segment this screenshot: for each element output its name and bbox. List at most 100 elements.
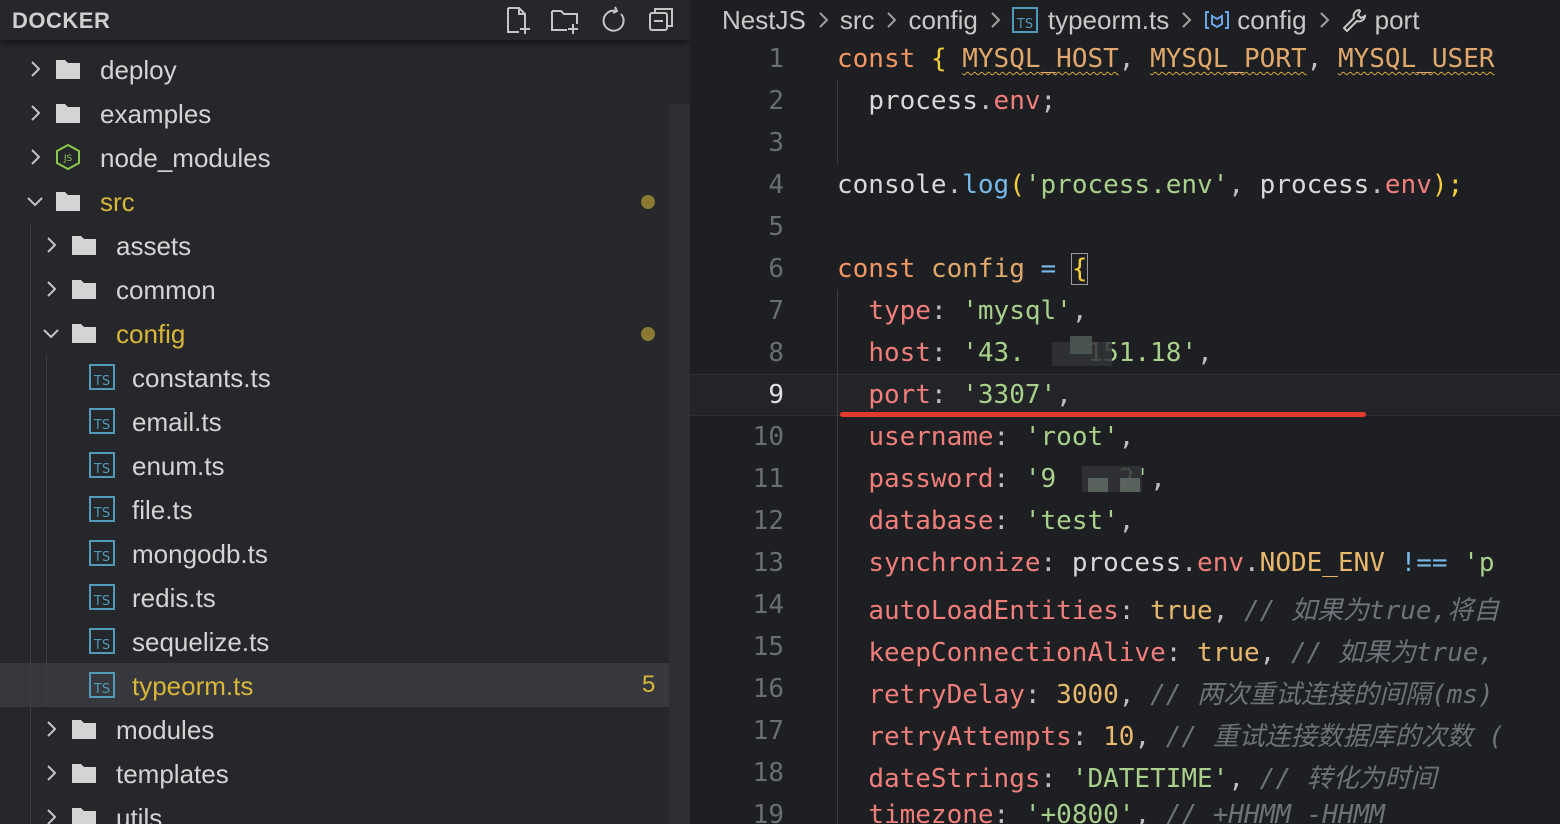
tree-item-config[interactable]: config [0,311,690,355]
collapse-all-icon[interactable] [646,5,676,35]
tree-item-utils[interactable]: utils [0,795,690,824]
code-text: dateStrings: 'DATETIME', // 转化为时间 [868,764,1437,794]
tree-item-label: enum.ts [132,451,225,481]
chevron-right-icon[interactable] [25,59,45,79]
tree-item-label: constants.ts [132,363,271,393]
svg-text:TS: TS [93,374,110,389]
code-line: 8 host: '43. 151.18', [690,332,1560,374]
folder-icon [55,56,81,82]
breadcrumb-config-folder[interactable]: config [908,5,977,36]
code-text: database: 'test', [868,506,1135,536]
typescript-file-icon: TS [89,628,115,654]
line-number: 8 [768,338,784,368]
line-number: 12 [752,506,784,536]
chevron-down-icon[interactable] [25,191,45,211]
breadcrumb-root[interactable]: NestJS [722,5,806,36]
code-lines[interactable]: 1 const { MYSQL_HOST, MYSQL_PORT, MYSQL_… [690,38,1560,824]
chevron-right-icon[interactable] [41,235,61,255]
line-number: 5 [768,212,784,242]
code-line: 10 username: 'root', [690,416,1560,458]
chevron-right-icon[interactable] [41,763,61,783]
modified-dot [641,195,655,209]
tree-item-assets[interactable]: assets [0,223,690,267]
code-line: 18 dateStrings: 'DATETIME', // 转化为时间 [690,752,1560,794]
refresh-icon[interactable] [598,5,628,35]
folder-icon [71,804,97,824]
tree-item-label: node_modules [100,143,271,173]
tree-item-label: file.ts [132,495,193,525]
line-number: 9 [768,380,784,410]
new-file-icon[interactable] [502,5,532,35]
chevron-right-icon [1313,9,1335,31]
tree-item-modules[interactable]: modules [0,707,690,751]
variable-symbol-icon [1203,7,1231,33]
tree-item-label: utils [116,803,163,824]
modified-dot [641,327,655,341]
tree-item-label: redis.ts [132,583,216,613]
tree-item-common[interactable]: common [0,267,690,311]
tree-item-examples[interactable]: examples [0,91,690,135]
folder-open-icon [55,188,81,214]
code-line: 13 synchronize: process.env.NODE_ENV !==… [690,542,1560,584]
chevron-right-icon [1175,9,1197,31]
code-text: synchronize: process.env.NODE_ENV !== 'p [868,548,1495,578]
breadcrumb-src[interactable]: src [840,5,875,36]
typescript-file-icon: TS [1011,7,1038,33]
tree-item-typeorm-ts[interactable]: TS typeorm.ts 5 [0,663,690,707]
svg-text:TS: TS [93,550,110,565]
code-line: 19 timezone: '+0800', // +HHMM -HHMM [690,794,1560,824]
annotation-underline [840,412,1366,417]
line-number: 1 [768,44,784,74]
tree-item-label: examples [100,99,212,129]
svg-text:TS: TS [93,638,110,653]
breadcrumb-file[interactable]: typeorm.ts [1048,5,1169,36]
code-text: const config = { [837,253,1089,285]
svg-text:TS: TS [1016,17,1033,32]
code-line: 1 const { MYSQL_HOST, MYSQL_PORT, MYSQL_… [690,38,1560,80]
explorer-title[interactable]: DOCKER [12,8,110,34]
chevron-right-icon[interactable] [25,103,45,123]
explorer-scrollbar[interactable] [669,104,690,824]
tree-item-deploy[interactable]: deploy [0,47,690,91]
code-text: host: '43. 151.18', [868,338,1213,368]
tree-item-templates[interactable]: templates [0,751,690,795]
chevron-down-icon[interactable] [41,323,61,343]
tree-item-sequelize-ts[interactable]: TS sequelize.ts [0,619,690,663]
typescript-file-icon: TS [89,364,115,390]
code-text: process.env; [868,86,1057,116]
tree-item-file-ts[interactable]: TS file.ts [0,487,690,531]
svg-text:TS: TS [93,462,110,477]
folder-icon [71,760,97,786]
chevron-right-icon[interactable] [25,147,45,167]
breadcrumb-property[interactable]: port [1375,5,1420,36]
tree-item-label: deploy [100,55,177,85]
line-number: 19 [752,800,784,824]
tree-item-constants-ts[interactable]: TS constants.ts [0,355,690,399]
tree-item-mongodb-ts[interactable]: TS mongodb.ts [0,531,690,575]
tree-item-label: mongodb.ts [132,539,268,569]
redacted-mask [1070,336,1092,354]
code-line: 12 database: 'test', [690,500,1560,542]
tree-item-email-ts[interactable]: TS email.ts [0,399,690,443]
tree-item-redis-ts[interactable]: TS redis.ts [0,575,690,619]
code-text: const { MYSQL_HOST, MYSQL_PORT, MYSQL_US… [837,44,1495,74]
chevron-right-icon[interactable] [41,719,61,739]
code-line: 16 retryDelay: 3000, // 两次重试连接的间隔(ms) [690,668,1560,710]
line-number: 17 [752,716,784,746]
line-number: 3 [768,128,784,158]
redacted-mask [1088,478,1108,492]
chevron-right-icon[interactable] [41,807,61,824]
code-line: 17 retryAttempts: 10, // 重试连接数据库的次数 ( [690,710,1560,752]
new-folder-icon[interactable] [550,5,580,35]
tree-item-label: config [116,319,186,349]
tree-item-label: assets [116,231,192,261]
tree-item-enum-ts[interactable]: TS enum.ts [0,443,690,487]
code-text: console.log('process.env', process.env); [837,170,1464,200]
line-number: 11 [752,464,784,494]
tree-item-src[interactable]: src [0,179,690,223]
code-line: 3 [690,122,1560,164]
tree-item-node-modules[interactable]: JS node_modules [0,135,690,179]
code-text: timezone: '+0800', // +HHMM -HHMM [868,800,1385,824]
chevron-right-icon[interactable] [41,279,61,299]
breadcrumb-symbol[interactable]: config [1237,5,1306,36]
